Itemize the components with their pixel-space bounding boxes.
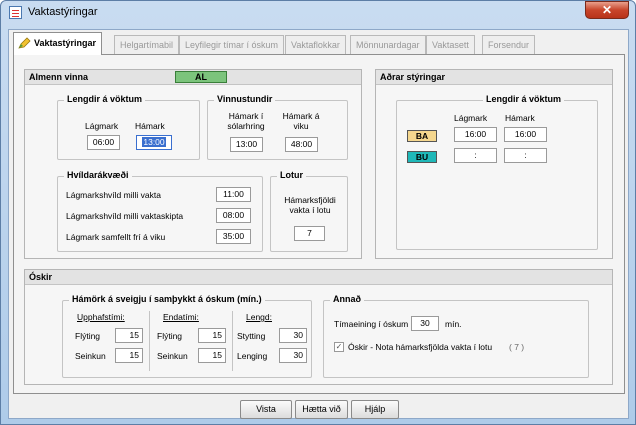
hamork-group: Hámörk á sveigju í samþykkt á óskum (mín… (62, 294, 312, 378)
tab-leyfilegir-timar[interactable]: Leyfilegir tímar í óskum (179, 35, 285, 55)
lengdir-group: Lengdir á vöktum Lágmark Hámark 06:00 13… (57, 94, 200, 160)
adrar-lengdir-legend: Lengdir á vöktum (483, 94, 565, 104)
tab-label: Vaktastýringar (34, 38, 97, 48)
adrar-lengdir-group: Lengdir á vöktum Lágmark Hámark BA 16:00… (396, 94, 598, 250)
bu-max-input[interactable]: : (504, 148, 547, 163)
lagmark-label: Lágmark (85, 121, 119, 131)
haetta-vid-button[interactable]: Hætta við (295, 400, 348, 419)
hvildar-group: Hvíldarákvæði Lágmarkshvíld milli vakta … (57, 170, 263, 252)
adrar-hamark-label: Hámark (505, 113, 535, 123)
tab-label: Mönnunardagar (356, 40, 420, 50)
hvild-vaktaskipta-label: Lágmarkshvíld milli vaktaskipta (66, 211, 184, 221)
ba-max-input[interactable]: 16:00 (504, 127, 547, 142)
al-badge: AL (175, 71, 227, 83)
timaeining-unit: mín. (445, 319, 462, 329)
lengd-stytting-input[interactable]: 30 (279, 328, 307, 343)
lotur-group: Lotur Hámarksfjöldi vakta í lotu 7 (270, 170, 348, 252)
endatimi-label: Endatími: (163, 312, 199, 322)
tab-label: Forsendur (488, 40, 530, 50)
adrar-header: Aðrar stýringar (376, 70, 612, 85)
hamarksfjoldi-label: Hámarksfjöldi vakta í lotu (284, 195, 336, 215)
tab-vaktastyringar[interactable]: Vaktastýringar (13, 32, 103, 55)
upphaf-seinkun-label: Seinkun (75, 351, 106, 361)
almenn-vinna-title: Almenn vinna (29, 72, 89, 82)
timaeining-input[interactable]: 30 (411, 316, 439, 331)
vinnustundir-legend: Vinnustundir (214, 94, 276, 104)
annad-legend: Annað (330, 294, 364, 304)
app-icon (9, 6, 22, 19)
nota-hamarksfjolda-label: Óskir - Nota hámarksfjölda vakta í lotu (348, 342, 493, 352)
hamarksfjoldi-value: ( 7 ) (509, 342, 525, 352)
oskir-panel: Óskir Hámörk á sveigju í samþykkt á ósku… (24, 269, 613, 385)
upphaf-seinkun-input[interactable]: 15 (115, 348, 143, 363)
adrar-styringar-panel: Aðrar stýringar Lengdir á vöktum Lágmark… (375, 69, 613, 259)
enda-seinkun-label: Seinkun (157, 351, 188, 361)
hvildar-legend: Hvíldarákvæði (64, 170, 132, 180)
selected-text: 13:00 (142, 137, 166, 147)
lengd-lenging-input[interactable]: 30 (279, 348, 307, 363)
lengd-label: Lengd: (246, 312, 272, 322)
tag-ba: BA (407, 130, 437, 142)
samfellt-fri-input[interactable]: 35:00 (216, 229, 251, 244)
enda-seinkun-input[interactable]: 15 (198, 348, 226, 363)
lengdir-min-input[interactable]: 06:00 (87, 135, 120, 150)
oskir-header: Óskir (25, 270, 612, 285)
bu-min-input[interactable]: : (454, 148, 497, 163)
adrar-lagmark-label: Lágmark (454, 113, 488, 123)
tag-bu: BU (407, 151, 437, 163)
upphafstimi-label: Upphafstími: (77, 312, 125, 322)
vista-button[interactable]: Vista (240, 400, 292, 419)
hamark-viku-label: Hámark á viku (282, 111, 320, 131)
hvild-vakta-label: Lágmarkshvíld milli vakta (66, 190, 161, 200)
client-area: Vaktastýringar Helgartímabil Leyfilegir … (8, 29, 629, 419)
ba-min-input[interactable]: 16:00 (454, 127, 497, 142)
divider (149, 311, 150, 371)
nota-hamarksfjolda-checkbox[interactable]: ✓ (334, 342, 344, 352)
dialog-window: Vaktastýringar ✕ Vaktastýringar Helgartí… (0, 0, 636, 425)
lengdir-legend: Lengdir á vöktum (64, 94, 146, 104)
upphaf-flyting-label: Flýting (75, 331, 101, 341)
enda-flyting-label: Flýting (157, 331, 183, 341)
annad-group: Annað Tímaeining í óskum 30 mín. ✓ Óskir… (323, 294, 589, 378)
hvild-vaktaskipta-input[interactable]: 08:00 (216, 208, 251, 223)
tab-label: Helgartímabil (120, 40, 174, 50)
tab-page: Almenn vinna AL Lengdir á vöktum Lágmark… (13, 54, 625, 394)
lotur-legend: Lotur (277, 170, 306, 180)
divider (232, 311, 233, 371)
hamark-solarhring-label: Hámark í sólarhring (227, 111, 265, 131)
tab-monnunardagar[interactable]: Mönnunardagar (350, 35, 426, 55)
hjalp-button[interactable]: Hjálp (351, 400, 399, 419)
samfellt-fri-label: Lágmark samfellt frí á viku (66, 232, 166, 242)
upphaf-flyting-input[interactable]: 15 (115, 328, 143, 343)
pencil-icon (18, 37, 31, 49)
adrar-title: Aðrar stýringar (380, 72, 446, 82)
tab-label: Leyfilegir tímar í óskum (185, 40, 279, 50)
tab-label: Vaktaflokkar (291, 40, 340, 50)
timaeining-label: Tímaeining í óskum (334, 319, 409, 329)
lengdir-max-input[interactable]: 13:00 (136, 135, 172, 150)
title-bar[interactable]: Vaktastýringar ✕ (1, 1, 635, 25)
lengd-lenging-label: Lenging (237, 351, 268, 361)
tab-label: Vaktasett (432, 40, 469, 50)
hamarksfjoldi-input[interactable]: 7 (294, 226, 325, 241)
tab-vaktaflokkar[interactable]: Vaktaflokkar (285, 35, 346, 55)
hvild-vakta-input[interactable]: 11:00 (216, 187, 251, 202)
tab-helgartimabil[interactable]: Helgartímabil (114, 35, 180, 55)
oskir-title: Óskir (29, 272, 53, 282)
hamork-legend: Hámörk á sveigju í samþykkt á óskum (mín… (69, 294, 265, 304)
window-title: Vaktastýringar (28, 6, 98, 18)
tab-vaktasett[interactable]: Vaktasett (426, 35, 475, 55)
hamark-viku-input[interactable]: 48:00 (285, 137, 318, 152)
enda-flyting-input[interactable]: 15 (198, 328, 226, 343)
hamark-solarhring-input[interactable]: 13:00 (230, 137, 263, 152)
vinnustundir-group: Vinnustundir Hámark í sólarhring Hámark … (207, 94, 348, 160)
close-button[interactable]: ✕ (585, 1, 629, 19)
hamark-label: Hámark (135, 121, 165, 131)
lengd-stytting-label: Stytting (237, 331, 266, 341)
tab-forsendur[interactable]: Forsendur (482, 35, 536, 55)
almenn-vinna-panel: Almenn vinna AL Lengdir á vöktum Lágmark… (24, 69, 362, 259)
